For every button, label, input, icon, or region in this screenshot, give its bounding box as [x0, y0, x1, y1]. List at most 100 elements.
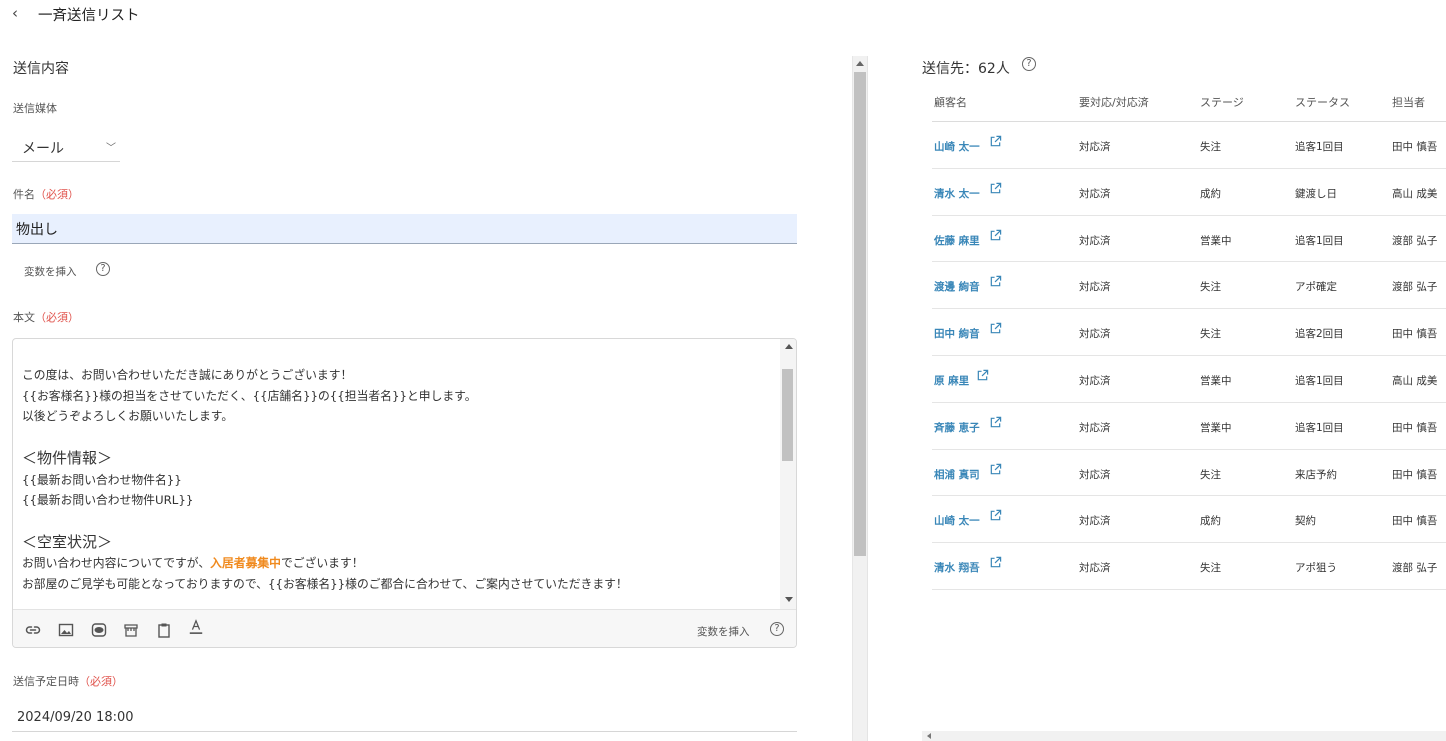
table-cell: 対応済	[1079, 468, 1111, 481]
schedule-date-field[interactable]: 2024/09/20 18:00	[12, 704, 797, 732]
image-icon[interactable]	[58, 622, 74, 638]
help-icon[interactable]: ?	[1022, 57, 1036, 71]
customer-name-link[interactable]: 相浦 真司	[934, 467, 980, 482]
table-cell: 田中 慎吾	[1392, 515, 1438, 528]
compose-panel: 送信内容 送信媒体 メール ﹀ 件名（必須） 変数を挿入 ? 本文（必須） この…	[0, 28, 852, 741]
body-line: でございます！	[280, 556, 364, 571]
table-cell: 対応済	[1079, 234, 1111, 247]
external-link-icon[interactable]	[989, 182, 1002, 195]
body-highlight: 入居者募集中	[210, 556, 281, 571]
external-link-icon[interactable]	[989, 509, 1002, 522]
table-cell: 対応済	[1079, 515, 1111, 528]
customer-name-link[interactable]: 原 麻里	[934, 373, 969, 388]
table-row: 田中 絢音 対応済 失注 追客2回目 田中 慎吾	[932, 309, 1446, 356]
external-link-icon[interactable]	[989, 463, 1002, 476]
external-link-icon[interactable]	[989, 275, 1002, 288]
body-line: {{お客様名}}様の担当をさせていただく、{{店舗名}}の{{担当者名}}と申し…	[22, 388, 477, 403]
table-cell: 田中 慎吾	[1392, 468, 1438, 481]
insert-variable-button[interactable]: 変数を挿入	[24, 264, 77, 279]
external-link-icon[interactable]	[989, 135, 1002, 148]
body-line: お部屋のご見学も可能となっておりますので、{{お客様名}}様のご都合に合わせて、…	[22, 577, 628, 592]
table-cell: 営業中	[1200, 421, 1232, 434]
table-cell: 渡部 弘子	[1392, 562, 1438, 575]
table-cell: 成約	[1200, 515, 1221, 528]
scroll-down-arrow[interactable]	[785, 597, 793, 602]
text-color-icon[interactable]	[188, 619, 204, 635]
section-title: 送信内容	[13, 61, 69, 77]
editor-toolbar: 変数を挿入 ?	[13, 609, 796, 647]
column-header: ステージ	[1200, 96, 1244, 109]
editor-scrollbar[interactable]	[780, 339, 796, 609]
customer-name-link[interactable]: 山崎 太一	[934, 139, 980, 154]
external-link-icon[interactable]	[989, 556, 1002, 569]
body-heading: ＜空室状況＞	[22, 532, 113, 551]
table-cell: 失注	[1200, 562, 1221, 575]
scroll-thumb[interactable]	[854, 72, 866, 556]
external-link-icon[interactable]	[989, 322, 1002, 335]
clipboard-icon[interactable]	[156, 622, 172, 638]
table-row: 山崎 太一 対応済 失注 追客1回目 田中 慎吾	[932, 122, 1446, 169]
table-cell: 対応済	[1079, 141, 1111, 153]
horizontal-scrollbar[interactable]	[922, 731, 1446, 741]
scroll-up-arrow[interactable]	[785, 344, 793, 349]
toolbar-insert-variable-button[interactable]: 変数を挿入	[697, 624, 750, 639]
table-row: 佐藤 麻里 対応済 営業中 追客1回目 渡部 弘子	[932, 216, 1446, 263]
help-icon[interactable]: ?	[96, 262, 110, 276]
page-scrollbar[interactable]	[852, 56, 867, 741]
table-row: 斉藤 恵子 対応済 営業中 追客1回目 田中 慎吾	[932, 403, 1446, 450]
table-cell: 対応済	[1079, 187, 1111, 200]
chevron-down-icon: ﹀	[106, 143, 116, 154]
line-icon[interactable]	[91, 622, 107, 638]
column-header: 担当者	[1392, 96, 1425, 109]
table-cell: アポ確定	[1295, 281, 1337, 294]
required-mark: （必須）	[35, 311, 79, 324]
customer-name-link[interactable]: 山崎 太一	[934, 513, 980, 528]
table-cell: 対応済	[1079, 328, 1111, 341]
customer-name-link[interactable]: 清水 翔吾	[934, 560, 980, 575]
media-select[interactable]: メール ﹀	[12, 132, 120, 162]
body-heading: ＜物件情報＞	[22, 448, 113, 467]
customer-name-link[interactable]: 清水 太一	[934, 186, 980, 201]
table-cell: 高山 成美	[1392, 187, 1438, 200]
back-chevron-icon[interactable]: ‹	[12, 5, 26, 21]
scroll-up-arrow[interactable]	[856, 61, 864, 66]
body-line: お問い合わせ内容についてですが、	[22, 556, 211, 571]
column-header: 要対応/対応済	[1079, 96, 1149, 109]
scroll-thumb[interactable]	[782, 369, 793, 461]
store-icon[interactable]	[123, 622, 139, 638]
link-icon[interactable]	[25, 622, 41, 638]
help-icon[interactable]: ?	[770, 622, 784, 636]
table-cell: 渡部 弘子	[1392, 234, 1438, 247]
table-cell: 追客1回目	[1295, 141, 1344, 153]
subject-label-text: 件名	[13, 188, 35, 201]
table-cell: 営業中	[1200, 234, 1232, 247]
subject-input[interactable]	[16, 218, 776, 240]
table-cell: 失注	[1200, 328, 1221, 341]
subject-label: 件名（必須）	[13, 186, 79, 202]
body-editor[interactable]: この度は、お問い合わせいただき誠にありがとうございます！ {{お客様名}}様の担…	[12, 338, 797, 648]
required-mark: （必須）	[35, 188, 79, 201]
customer-name-link[interactable]: 田中 絢音	[934, 326, 980, 341]
scroll-left-arrow[interactable]	[927, 733, 931, 739]
required-mark: （必須）	[79, 675, 123, 688]
table-row: 原 麻里 対応済 営業中 追客1回目 高山 成美	[932, 356, 1446, 403]
body-line: この度は、お問い合わせいただき誠にありがとうございます！	[22, 368, 353, 382]
body-line: 以後どうぞよろしくお願いいたします。	[22, 409, 234, 424]
schedule-label-text: 送信予定日時	[13, 675, 79, 688]
body-line: {{最新お問い合わせ物件名}}	[22, 472, 182, 487]
table-cell: 鍵渡し日	[1295, 187, 1337, 200]
customer-name-link[interactable]: 佐藤 麻里	[934, 233, 980, 248]
customer-name-link[interactable]: 斉藤 恵子	[934, 420, 980, 435]
table-cell: アポ狙う	[1295, 562, 1337, 575]
table-cell: 来店予約	[1295, 468, 1337, 481]
table-row: 渡邊 絢音 対応済 失注 アポ確定 渡部 弘子	[932, 262, 1446, 310]
subject-field[interactable]	[12, 214, 797, 244]
page-title: 一斉送信リスト	[38, 8, 140, 24]
customer-name-link[interactable]: 渡邊 絢音	[934, 279, 980, 294]
external-link-icon[interactable]	[989, 416, 1002, 429]
body-text-area[interactable]: この度は、お問い合わせいただき誠にありがとうございます！ {{お客様名}}様の担…	[13, 339, 779, 609]
external-link-icon[interactable]	[989, 229, 1002, 242]
table-cell: 追客1回目	[1295, 234, 1344, 247]
table-row: 山崎 太一 対応済 成約 契約 田中 慎吾	[932, 496, 1446, 544]
external-link-icon[interactable]	[976, 369, 989, 382]
